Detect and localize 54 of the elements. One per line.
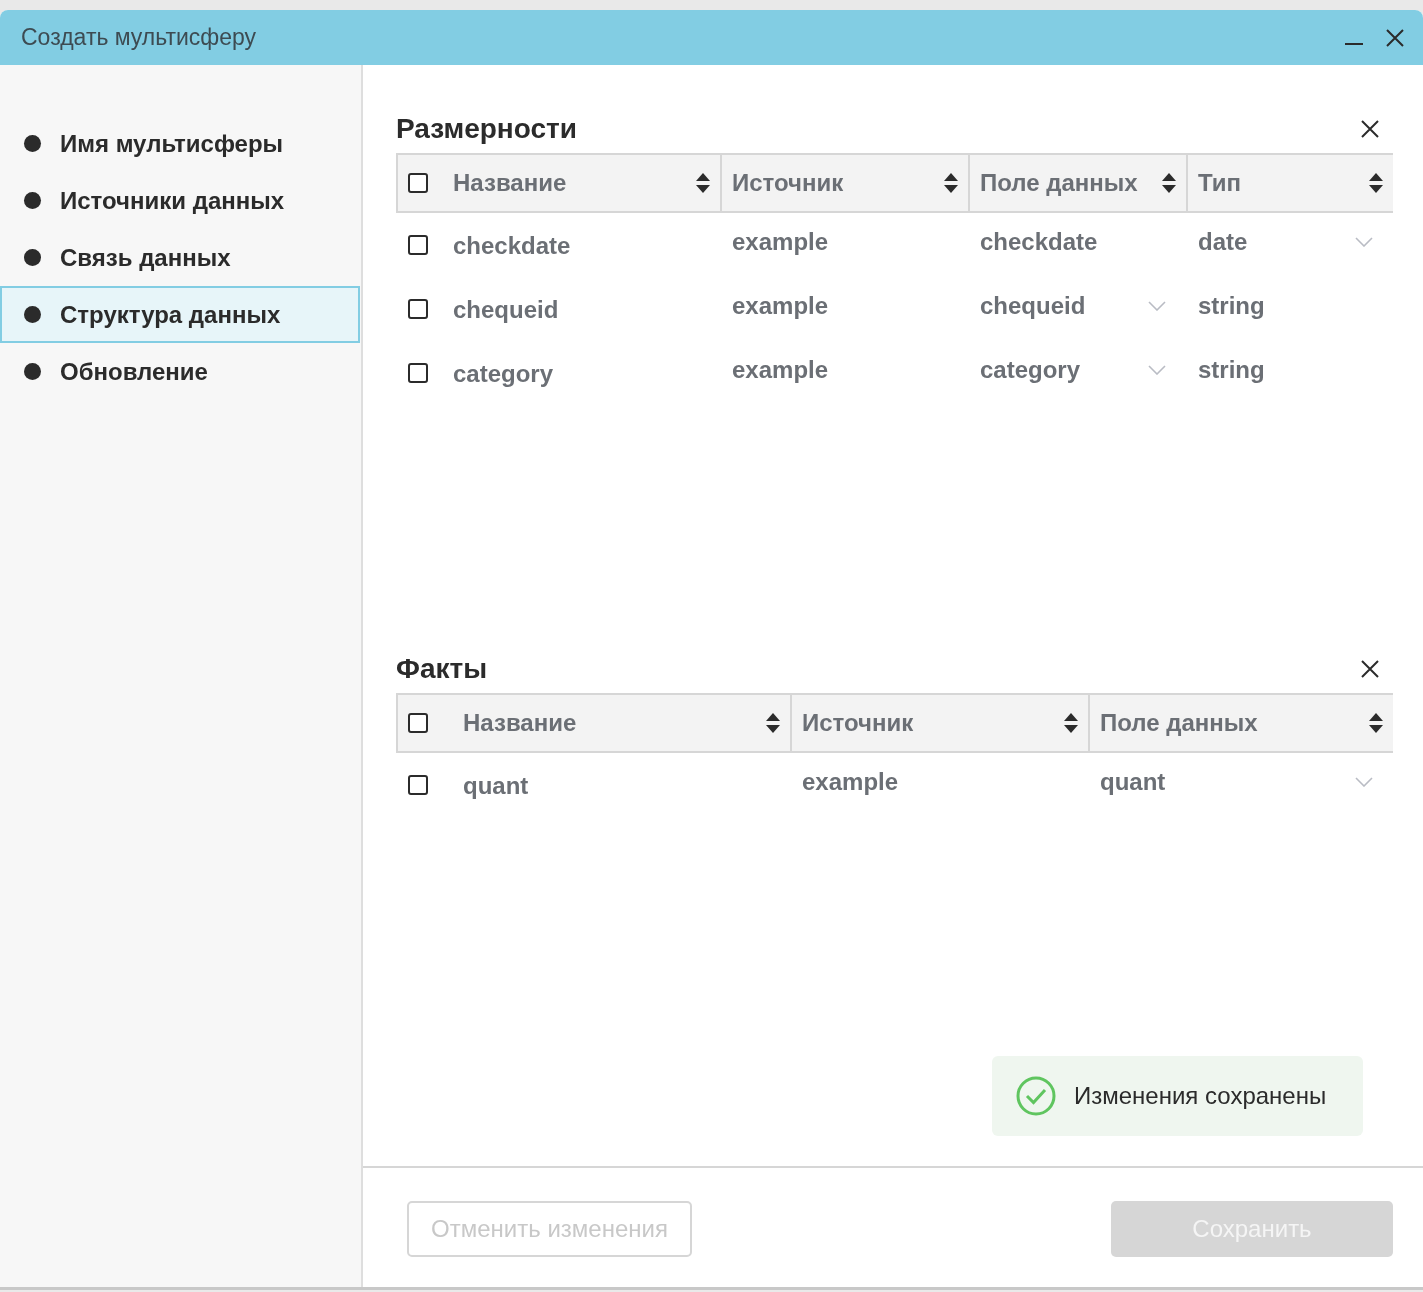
table-cell-text: example bbox=[802, 768, 900, 796]
bullet-icon bbox=[24, 249, 41, 266]
section-title: Факты bbox=[396, 653, 488, 685]
bullet-icon bbox=[24, 135, 41, 152]
table-cell-text: checkdate bbox=[980, 228, 1099, 256]
column-header[interactable]: Название bbox=[396, 693, 790, 753]
sort-icon[interactable] bbox=[944, 173, 958, 193]
close-icon bbox=[1385, 27, 1405, 48]
table-cell-text: example bbox=[732, 228, 830, 256]
checkbox[interactable] bbox=[408, 173, 428, 193]
toast-message: Изменения сохранены bbox=[1074, 1082, 1327, 1110]
column-header[interactable]: Источник bbox=[790, 693, 1088, 753]
check-circle-icon bbox=[1016, 1076, 1056, 1116]
bullet-icon bbox=[24, 363, 41, 380]
sort-icon[interactable] bbox=[696, 173, 710, 193]
table-cell-text: string bbox=[1198, 356, 1266, 384]
column-header[interactable]: Тип bbox=[1186, 153, 1393, 213]
table-cell-text: quant bbox=[463, 771, 530, 800]
table-cell-text: chequeid bbox=[980, 292, 1087, 320]
table-cell-text: quant bbox=[1100, 768, 1167, 796]
sort-icon[interactable] bbox=[1369, 713, 1383, 733]
sort-icon[interactable] bbox=[1162, 173, 1176, 193]
column-header[interactable]: Название bbox=[396, 153, 720, 213]
checkbox[interactable] bbox=[408, 299, 428, 319]
table-cell-text: date bbox=[1198, 228, 1249, 256]
section-title: Размерности bbox=[396, 113, 577, 145]
close-icon bbox=[1361, 120, 1379, 138]
checkbox[interactable] bbox=[408, 713, 428, 733]
sort-icon[interactable] bbox=[1064, 713, 1078, 733]
sidebar-item[interactable]: Связь данных bbox=[0, 229, 360, 286]
sidebar-item[interactable]: Обновление bbox=[0, 343, 360, 400]
close-icon bbox=[1361, 660, 1379, 678]
checkbox[interactable] bbox=[408, 775, 428, 795]
table-cell-text: chequeid bbox=[453, 295, 560, 324]
minimize-icon bbox=[1345, 42, 1363, 45]
checkbox[interactable] bbox=[408, 235, 428, 255]
table-cell-text: string bbox=[1198, 292, 1266, 320]
window-title: Создать мультисферу bbox=[21, 24, 258, 51]
sidebar-item[interactable]: Источники данных bbox=[0, 172, 360, 229]
sidebar-item[interactable]: Структура данных bbox=[0, 286, 360, 343]
column-header[interactable]: Поле данных bbox=[968, 153, 1186, 213]
sidebar-item[interactable]: Имя мультисферы bbox=[0, 115, 360, 172]
table-cell-text: category bbox=[980, 356, 1082, 384]
table-cell-text: category bbox=[453, 359, 555, 388]
sort-icon[interactable] bbox=[1369, 173, 1383, 193]
table-cell-text: example bbox=[732, 356, 830, 384]
sort-icon[interactable] bbox=[766, 713, 780, 733]
checkbox[interactable] bbox=[408, 363, 428, 383]
table-cell-text: checkdate bbox=[453, 231, 572, 260]
column-header[interactable]: Поле данных bbox=[1088, 693, 1393, 753]
bullet-icon bbox=[24, 306, 41, 323]
table-cell-text: example bbox=[732, 292, 830, 320]
column-header[interactable]: Источник bbox=[720, 153, 968, 213]
bullet-icon bbox=[24, 192, 41, 209]
